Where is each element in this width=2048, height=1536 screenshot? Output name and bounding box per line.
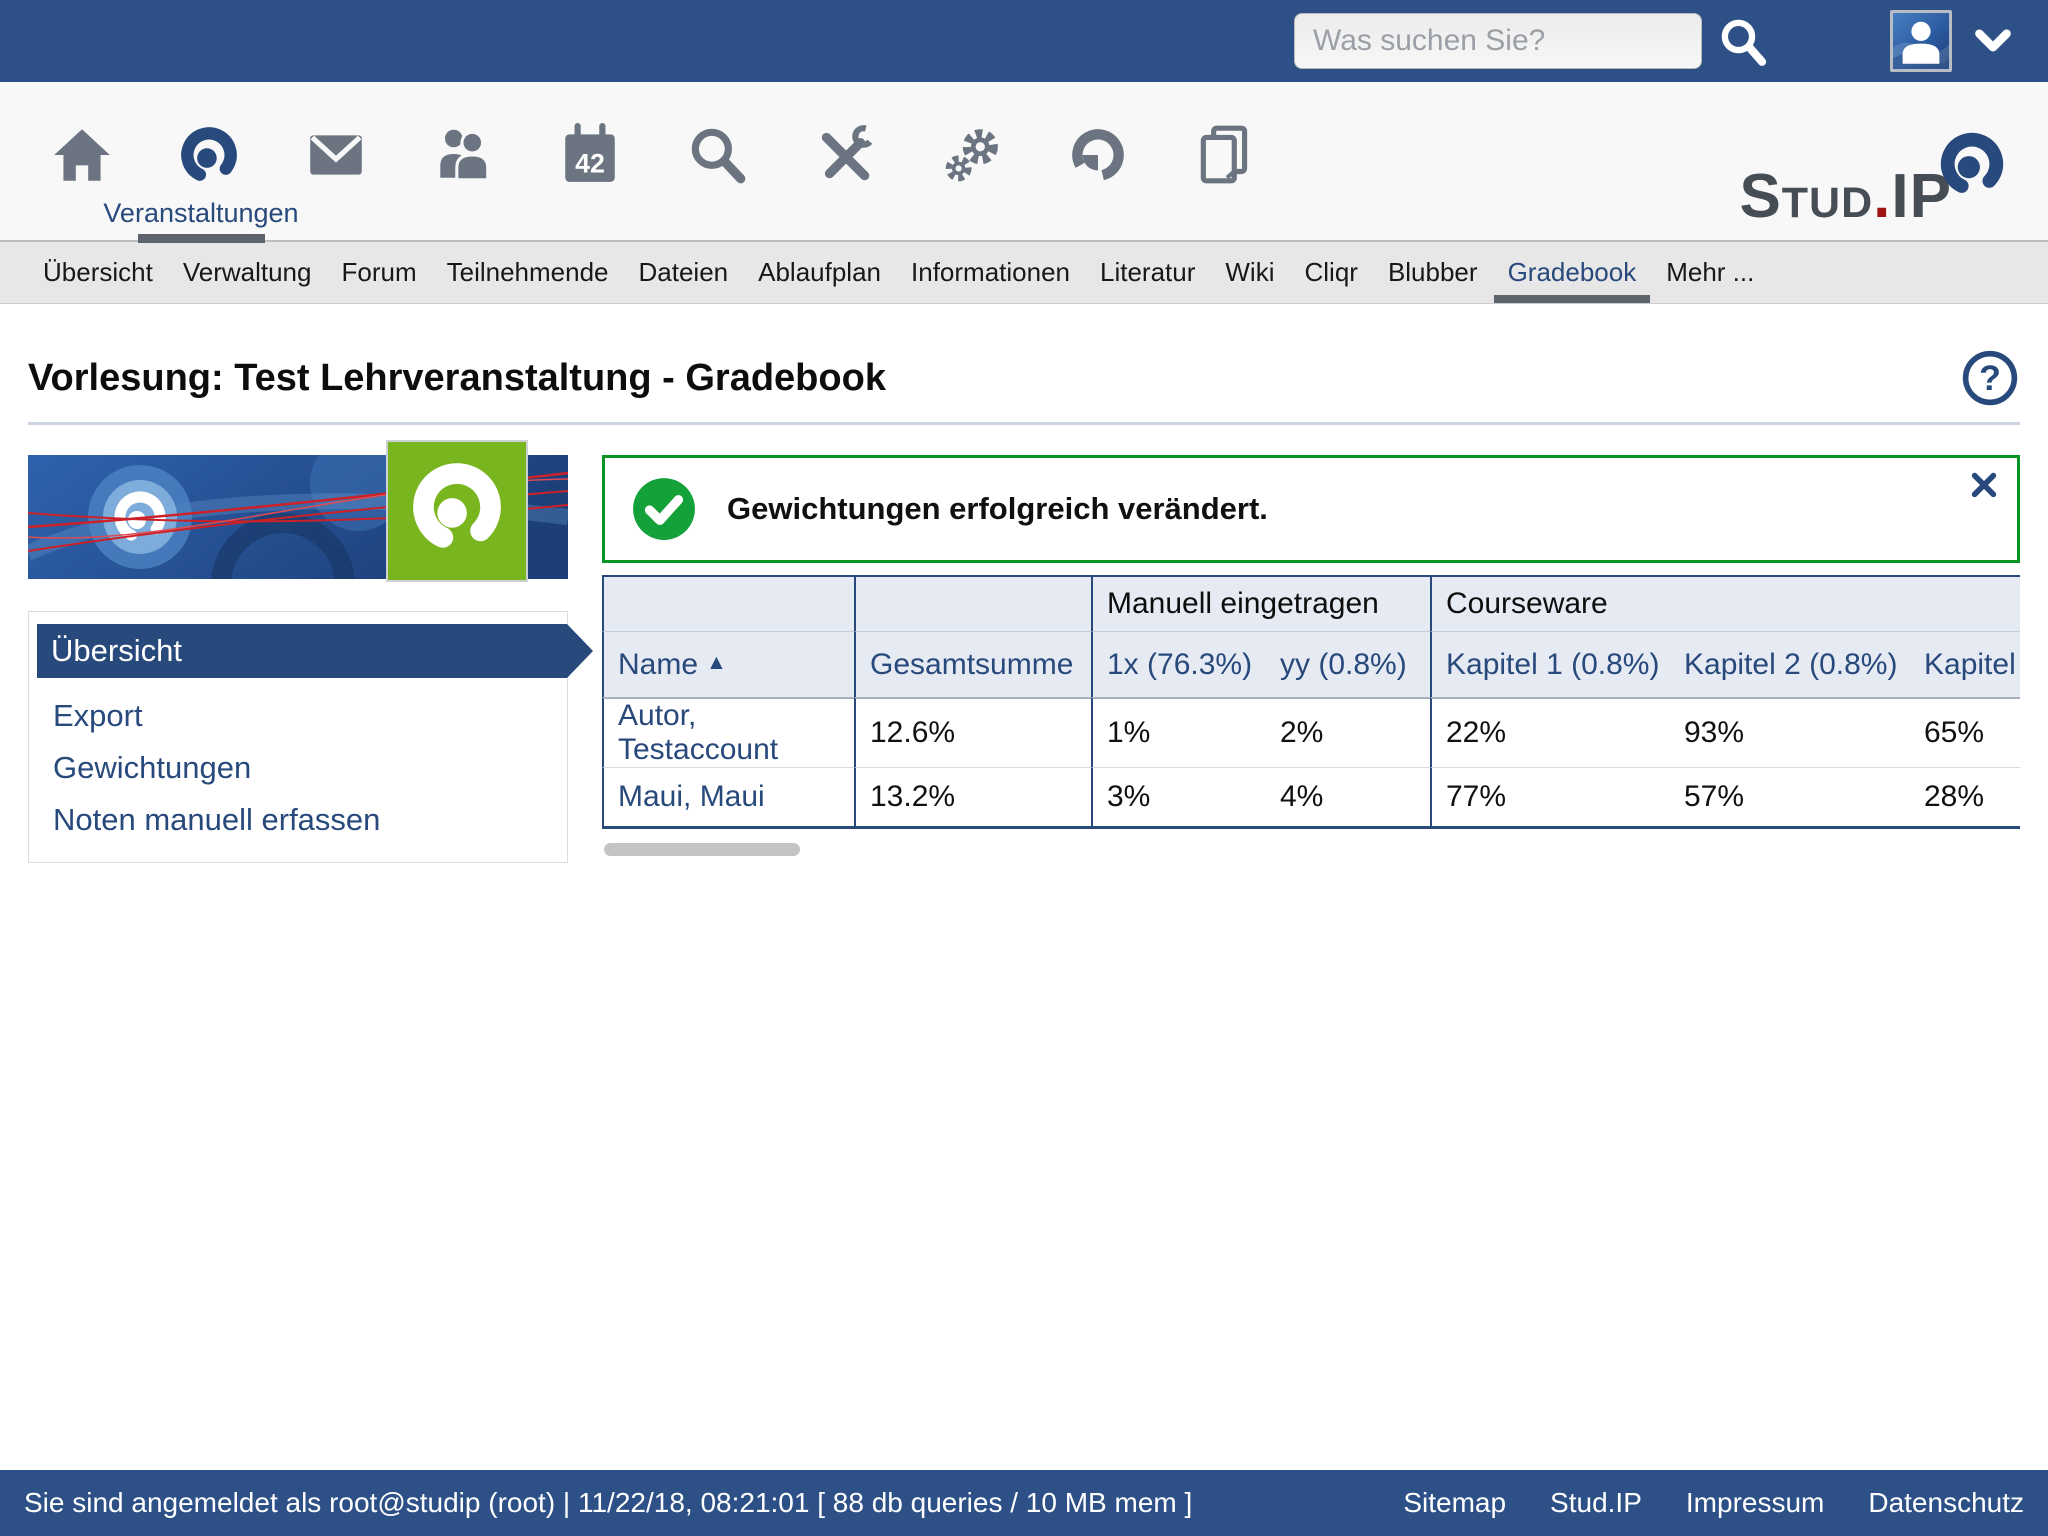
course-avatar <box>386 440 528 582</box>
logo-text-main: Stud <box>1739 162 1873 231</box>
group-header-empty-2 <box>854 575 1091 631</box>
course-avatar-spiral-icon <box>388 442 526 580</box>
horizontal-scrollbar-thumb[interactable] <box>604 843 800 856</box>
tab-verwaltung[interactable]: Verwaltung <box>168 242 327 303</box>
page-title: Vorlesung: Test Lehrveranstaltung - Grad… <box>28 357 886 400</box>
tab-ablaufplan[interactable]: Ablaufplan <box>743 242 896 303</box>
resources-icon[interactable] <box>1034 122 1161 188</box>
toolbar-active-label[interactable]: Veranstaltungen <box>103 198 298 229</box>
tab-cliqr[interactable]: Cliqr <box>1289 242 1372 303</box>
search-submit-icon[interactable] <box>1714 12 1772 70</box>
tab-dateien[interactable]: Dateien <box>624 242 744 303</box>
footer-link-sitemap[interactable]: Sitemap <box>1403 1487 1506 1519</box>
success-check-icon <box>631 476 697 542</box>
logo-dot: . <box>1873 162 1891 231</box>
pages-icon[interactable] <box>1161 122 1288 188</box>
grade-cell: 4% <box>1266 767 1430 829</box>
sidebar-item-noten-manuell-erfassen[interactable]: Noten manuell erfassen <box>29 794 567 846</box>
courses-icon[interactable] <box>145 122 272 188</box>
group-header-manuell-eingetragen: Manuell eingetragen <box>1091 575 1430 631</box>
success-message: Gewichtungen erfolgreich verändert. <box>602 455 2020 563</box>
col-header-kapitel-1: Kapitel 1 (0.8%) <box>1430 631 1670 697</box>
col-header-name-label: Name <box>618 648 698 681</box>
grade-cell: 13.2% <box>854 767 1091 829</box>
close-icon[interactable] <box>1969 470 1999 500</box>
footer-link-impressum[interactable]: Impressum <box>1686 1487 1824 1519</box>
title-divider <box>28 422 2020 425</box>
col-header-yy: yy (0.8%) <box>1266 631 1430 697</box>
user-avatar[interactable] <box>1890 10 1952 72</box>
grade-cell: 12.6% <box>854 697 1091 767</box>
tab-wiki[interactable]: Wiki <box>1210 242 1289 303</box>
footer-link-studip[interactable]: Stud.IP <box>1550 1487 1642 1519</box>
search-icon[interactable] <box>653 122 780 188</box>
sidebar-item-label: Übersicht <box>51 633 182 668</box>
grade-cell: 93% <box>1670 697 1910 767</box>
studip-logo: Stud.IP <box>1739 166 1952 228</box>
admin-gears-icon[interactable] <box>907 122 1034 188</box>
col-header-1x: 1x (76.3%) <box>1091 631 1266 697</box>
col-header-kapitel-2: Kapitel 2 (0.8%) <box>1670 631 1910 697</box>
col-header-gesamtsumme: Gesamtsumme <box>854 631 1091 697</box>
student-name-link[interactable]: Maui, Maui <box>618 780 765 813</box>
tab-forum[interactable]: Forum <box>326 242 431 303</box>
grade-cell: 3% <box>1091 767 1266 829</box>
sidebar-item-export[interactable]: Export <box>29 690 567 742</box>
col-header-kapitel-3: Kapitel 3 <box>1910 631 2020 697</box>
course-tabbar: Übersicht Verwaltung Forum Teilnehmende … <box>0 242 2048 304</box>
footer-status: Sie sind angemeldet als root@studip (roo… <box>24 1487 1192 1519</box>
col-header-name[interactable]: Name ▲ <box>602 631 854 697</box>
sidebar-item-gewichtungen[interactable]: Gewichtungen <box>29 742 567 794</box>
sidebar-nav: Übersicht Export Gewichtungen Noten manu… <box>28 611 568 863</box>
gradebook-table: Manuell eingetragen Courseware Name ▲ Ges… <box>602 575 2020 829</box>
toolbar-active-indicator <box>138 234 265 243</box>
svg-text:42: 42 <box>575 149 605 179</box>
footer-link-datenschutz[interactable]: Datenschutz <box>1868 1487 2024 1519</box>
group-header-courseware: Courseware <box>1430 575 2020 631</box>
tab-literatur[interactable]: Literatur <box>1085 242 1210 303</box>
table-row: Maui, Maui 13.2% 3% 4% 77% 57% 28% <box>602 767 2020 829</box>
tab-mehr[interactable]: Mehr ... <box>1651 242 1769 303</box>
tab-teilnehmende[interactable]: Teilnehmende <box>432 242 624 303</box>
student-name-link[interactable]: Autor, Testaccount <box>618 699 778 766</box>
community-icon[interactable] <box>399 122 526 188</box>
search-input[interactable] <box>1294 13 1702 69</box>
grade-cell: 22% <box>1430 697 1670 767</box>
tools-icon[interactable] <box>780 122 907 188</box>
sort-asc-icon: ▲ <box>706 651 727 674</box>
grade-cell: 65% <box>1910 697 2020 767</box>
tab-gradebook[interactable]: Gradebook <box>1493 242 1652 303</box>
logo-spiral-icon <box>1934 126 2010 202</box>
grade-cell: 2% <box>1266 697 1430 767</box>
main-area: Gewichtungen erfolgreich verändert. <box>602 455 2020 856</box>
footer: Sie sind angemeldet als root@studip (roo… <box>0 1470 2048 1536</box>
gradebook-table-wrap: Manuell eingetragen Courseware Name ▲ Ges… <box>602 575 2020 829</box>
svg-text:?: ? <box>1979 358 2001 398</box>
calendar-icon[interactable]: 42 <box>526 122 653 188</box>
horizontal-scrollbar <box>602 843 2020 856</box>
success-message-text: Gewichtungen erfolgreich verändert. <box>727 491 1268 527</box>
tab-uebersicht[interactable]: Übersicht <box>28 242 168 303</box>
topbar <box>0 0 2048 82</box>
sidebar-item-uebersicht[interactable]: Übersicht <box>37 624 567 678</box>
table-row: Autor, Testaccount 12.6% 1% 2% 22% 93% 6… <box>602 697 2020 767</box>
toolbar-icon-row: 42 <box>18 122 1288 188</box>
avatar-person-icon <box>1893 13 1949 69</box>
tab-informationen[interactable]: Informationen <box>896 242 1085 303</box>
group-header-empty-1 <box>602 575 854 631</box>
grade-cell: 57% <box>1670 767 1910 829</box>
content: Vorlesung: Test Lehrveranstaltung - Grad… <box>0 348 2048 863</box>
grade-cell: 28% <box>1910 767 2020 829</box>
chevron-down-icon[interactable] <box>1972 23 2014 59</box>
tab-blubber[interactable]: Blubber <box>1373 242 1493 303</box>
help-icon[interactable]: ? <box>1960 348 2020 408</box>
home-icon[interactable] <box>18 122 145 188</box>
main-toolbar: 42 <box>0 82 2048 242</box>
messages-icon[interactable] <box>272 122 399 188</box>
grade-cell: 77% <box>1430 767 1670 829</box>
sidebar: Übersicht Export Gewichtungen Noten manu… <box>28 455 568 863</box>
grade-cell: 1% <box>1091 697 1266 767</box>
